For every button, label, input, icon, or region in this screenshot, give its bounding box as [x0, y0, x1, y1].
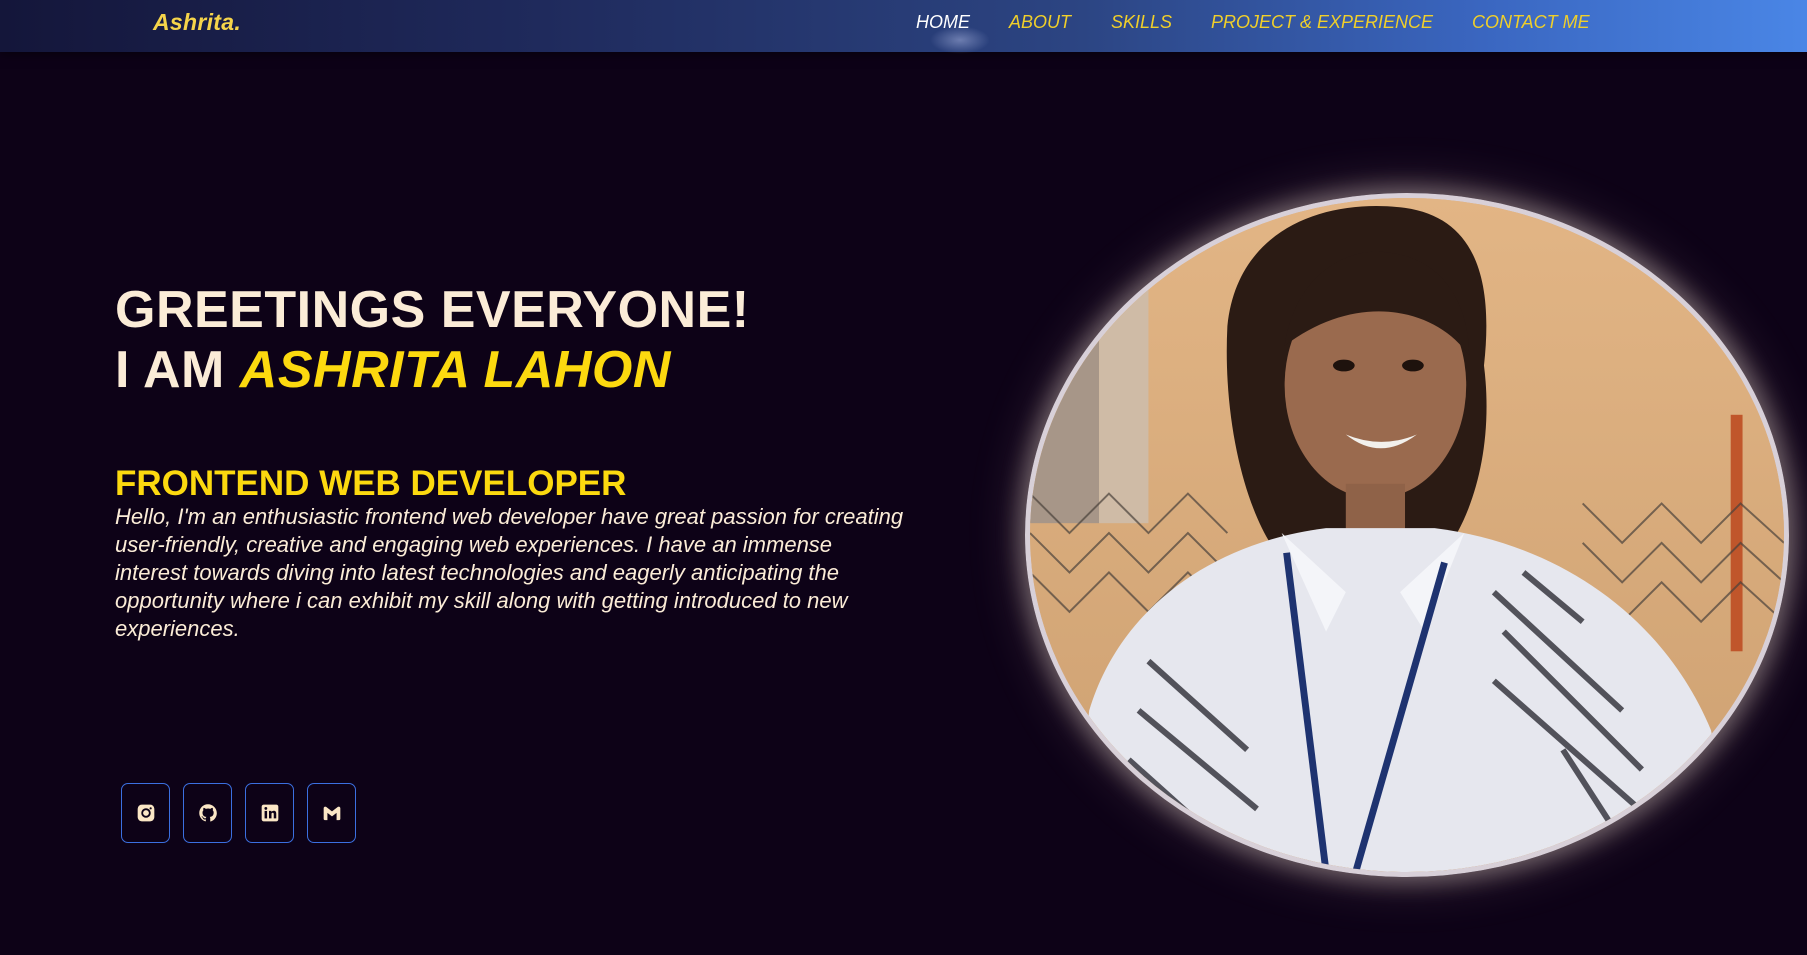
gmail-button[interactable]: [307, 783, 356, 843]
name-prefix: I AM: [115, 341, 225, 399]
nav-link-home[interactable]: HOME: [916, 12, 970, 33]
instagram-icon: [137, 804, 154, 822]
nav-link-skills[interactable]: SKILLS: [1111, 12, 1172, 33]
full-name: ASHRITA LAHON: [239, 341, 671, 399]
nav-link-projects[interactable]: PROJECT & EXPERIENCE: [1211, 12, 1433, 33]
github-icon: [198, 804, 217, 822]
profile-photo-illustration: [1030, 198, 1784, 872]
name-line: I AM ASHRITA LAHON: [115, 340, 915, 400]
nav-link-contact[interactable]: CONTACT ME: [1472, 12, 1590, 33]
profile-photo: [1025, 193, 1789, 877]
role-title: FRONTEND WEB DEVELOPER: [115, 464, 627, 504]
instagram-button[interactable]: [121, 783, 170, 843]
navbar: Ashrita. HOME ABOUT SKILLS PROJECT & EXP…: [0, 0, 1807, 54]
nav-links: HOME ABOUT SKILLS PROJECT & EXPERIENCE C…: [0, 12, 1807, 40]
nav-link-about[interactable]: ABOUT: [1009, 12, 1071, 33]
github-button[interactable]: [183, 783, 232, 843]
linkedin-button[interactable]: [245, 783, 294, 843]
gmail-icon: [323, 806, 340, 821]
hero-heading: GREETINGS EVERYONE! I AM ASHRITA LAHON: [115, 280, 915, 400]
greeting-line: GREETINGS EVERYONE!: [115, 280, 915, 340]
linkedin-icon: [261, 804, 278, 822]
intro-paragraph: Hello, I'm an enthusiastic frontend web …: [115, 504, 904, 641]
greeting-text: GREETINGS EVERYONE!: [115, 281, 750, 339]
